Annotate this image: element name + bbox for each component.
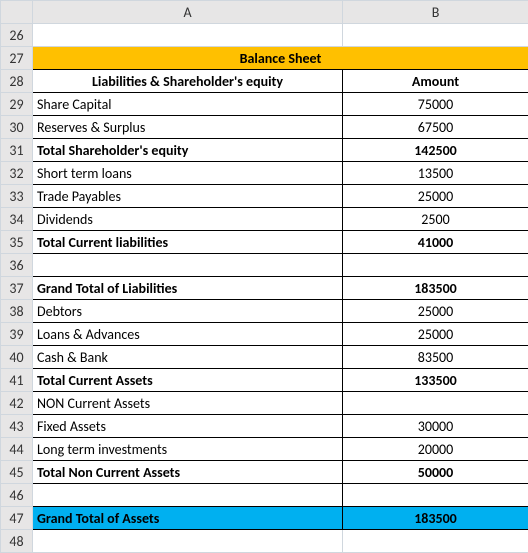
row-28: 28Liabilities & Shareholder's equityAmou… [1, 70, 528, 93]
row-48: 48 [1, 530, 528, 553]
row-header-45[interactable]: 45 [1, 461, 33, 484]
row-33: 33Trade Payables25000 [1, 185, 528, 208]
cell-A42[interactable]: NON Current Assets [33, 392, 343, 415]
cell-B36[interactable] [343, 254, 528, 277]
row-30: 30Reserves & Surplus67500 [1, 116, 528, 139]
row-36: 36 [1, 254, 528, 277]
row-38: 38Debtors25000 [1, 300, 528, 323]
row-header-31[interactable]: 31 [1, 139, 33, 162]
cell-B30[interactable]: 67500 [343, 116, 528, 139]
row-header-36[interactable]: 36 [1, 254, 33, 277]
cell-A39[interactable]: Loans & Advances [33, 323, 343, 346]
cell-B32[interactable]: 13500 [343, 162, 528, 185]
cell-B46[interactable] [343, 484, 528, 507]
row-39: 39Loans & Advances25000 [1, 323, 528, 346]
column-header-row: A B [1, 1, 528, 24]
cell-A44[interactable]: Long term investments [33, 438, 343, 461]
cell-B38[interactable]: 25000 [343, 300, 528, 323]
row-40: 40Cash & Bank83500 [1, 346, 528, 369]
row-header-40[interactable]: 40 [1, 346, 33, 369]
cell-B31[interactable]: 142500 [343, 139, 528, 162]
cell-A48[interactable] [33, 530, 343, 553]
cell-B26[interactable] [343, 24, 528, 47]
row-31: 31Total Shareholder's equity142500 [1, 139, 528, 162]
row-header-32[interactable]: 32 [1, 162, 33, 185]
row-header-35[interactable]: 35 [1, 231, 33, 254]
cell-B35[interactable]: 41000 [343, 231, 528, 254]
row-header-38[interactable]: 38 [1, 300, 33, 323]
row-header-26[interactable]: 26 [1, 24, 33, 47]
cell-A37[interactable]: Grand Total of Liabilities [33, 277, 343, 300]
cell-A38[interactable]: Debtors [33, 300, 343, 323]
cell-A26[interactable] [33, 24, 343, 47]
cell-A47[interactable]: Grand Total of Assets [33, 507, 343, 530]
cell-B34[interactable]: 2500 [343, 208, 528, 231]
row-header-33[interactable]: 33 [1, 185, 33, 208]
cell-B37[interactable]: 183500 [343, 277, 528, 300]
cell-B45[interactable]: 50000 [343, 461, 528, 484]
cell-B41[interactable]: 133500 [343, 369, 528, 392]
cell-B39[interactable]: 25000 [343, 323, 528, 346]
row-header-30[interactable]: 30 [1, 116, 33, 139]
row-header-48[interactable]: 48 [1, 530, 33, 553]
row-34: 34Dividends2500 [1, 208, 528, 231]
row-42: 42NON Current Assets [1, 392, 528, 415]
row-46: 46 [1, 484, 528, 507]
cell-B40[interactable]: 83500 [343, 346, 528, 369]
cell-B29[interactable]: 75000 [343, 93, 528, 116]
cell-A30[interactable]: Reserves & Surplus [33, 116, 343, 139]
row-header-28[interactable]: 28 [1, 70, 33, 93]
cell-A35[interactable]: Total Current liabilities [33, 231, 343, 254]
cell-A46[interactable] [33, 484, 343, 507]
column-header-B[interactable]: B [343, 1, 528, 24]
row-41: 41Total Current Assets133500 [1, 369, 528, 392]
row-44: 44Long term investments20000 [1, 438, 528, 461]
select-all-corner[interactable] [1, 1, 33, 24]
row-header-43[interactable]: 43 [1, 415, 33, 438]
row-header-41[interactable]: 41 [1, 369, 33, 392]
row-29: 29Share Capital75000 [1, 93, 528, 116]
cell-A31[interactable]: Total Shareholder's equity [33, 139, 343, 162]
row-35: 35Total Current liabilities41000 [1, 231, 528, 254]
row-47: 47Grand Total of Assets183500 [1, 507, 528, 530]
row-header-47[interactable]: 47 [1, 507, 33, 530]
cell-A27[interactable]: Balance Sheet [33, 47, 528, 70]
row-32: 32Short term loans13500 [1, 162, 528, 185]
cell-A43[interactable]: Fixed Assets [33, 415, 343, 438]
row-43: 43Fixed Assets30000 [1, 415, 528, 438]
cell-A29[interactable]: Share Capital [33, 93, 343, 116]
cell-B42[interactable] [343, 392, 528, 415]
row-26: 26 [1, 24, 528, 47]
cell-A41[interactable]: Total Current Assets [33, 369, 343, 392]
cell-B48[interactable] [343, 530, 528, 553]
cell-B47[interactable]: 183500 [343, 507, 528, 530]
row-37: 37Grand Total of Liabilities183500 [1, 277, 528, 300]
cell-A28[interactable]: Liabilities & Shareholder's equity [33, 70, 343, 93]
row-45: 45Total Non Current Assets50000 [1, 461, 528, 484]
cell-A45[interactable]: Total Non Current Assets [33, 461, 343, 484]
cell-A32[interactable]: Short term loans [33, 162, 343, 185]
spreadsheet: A B 2627Balance Sheet28Liabilities & Sha… [0, 0, 528, 553]
row-header-27[interactable]: 27 [1, 47, 33, 70]
row-header-44[interactable]: 44 [1, 438, 33, 461]
cell-A40[interactable]: Cash & Bank [33, 346, 343, 369]
row-header-29[interactable]: 29 [1, 93, 33, 116]
row-header-39[interactable]: 39 [1, 323, 33, 346]
row-header-34[interactable]: 34 [1, 208, 33, 231]
column-header-A[interactable]: A [33, 1, 343, 24]
cell-B33[interactable]: 25000 [343, 185, 528, 208]
cell-B43[interactable]: 30000 [343, 415, 528, 438]
cell-B44[interactable]: 20000 [343, 438, 528, 461]
row-header-42[interactable]: 42 [1, 392, 33, 415]
cell-A36[interactable] [33, 254, 343, 277]
row-header-37[interactable]: 37 [1, 277, 33, 300]
cell-A34[interactable]: Dividends [33, 208, 343, 231]
cell-A33[interactable]: Trade Payables [33, 185, 343, 208]
cell-B28[interactable]: Amount [343, 70, 528, 93]
row-header-46[interactable]: 46 [1, 484, 33, 507]
row-27: 27Balance Sheet [1, 47, 528, 70]
